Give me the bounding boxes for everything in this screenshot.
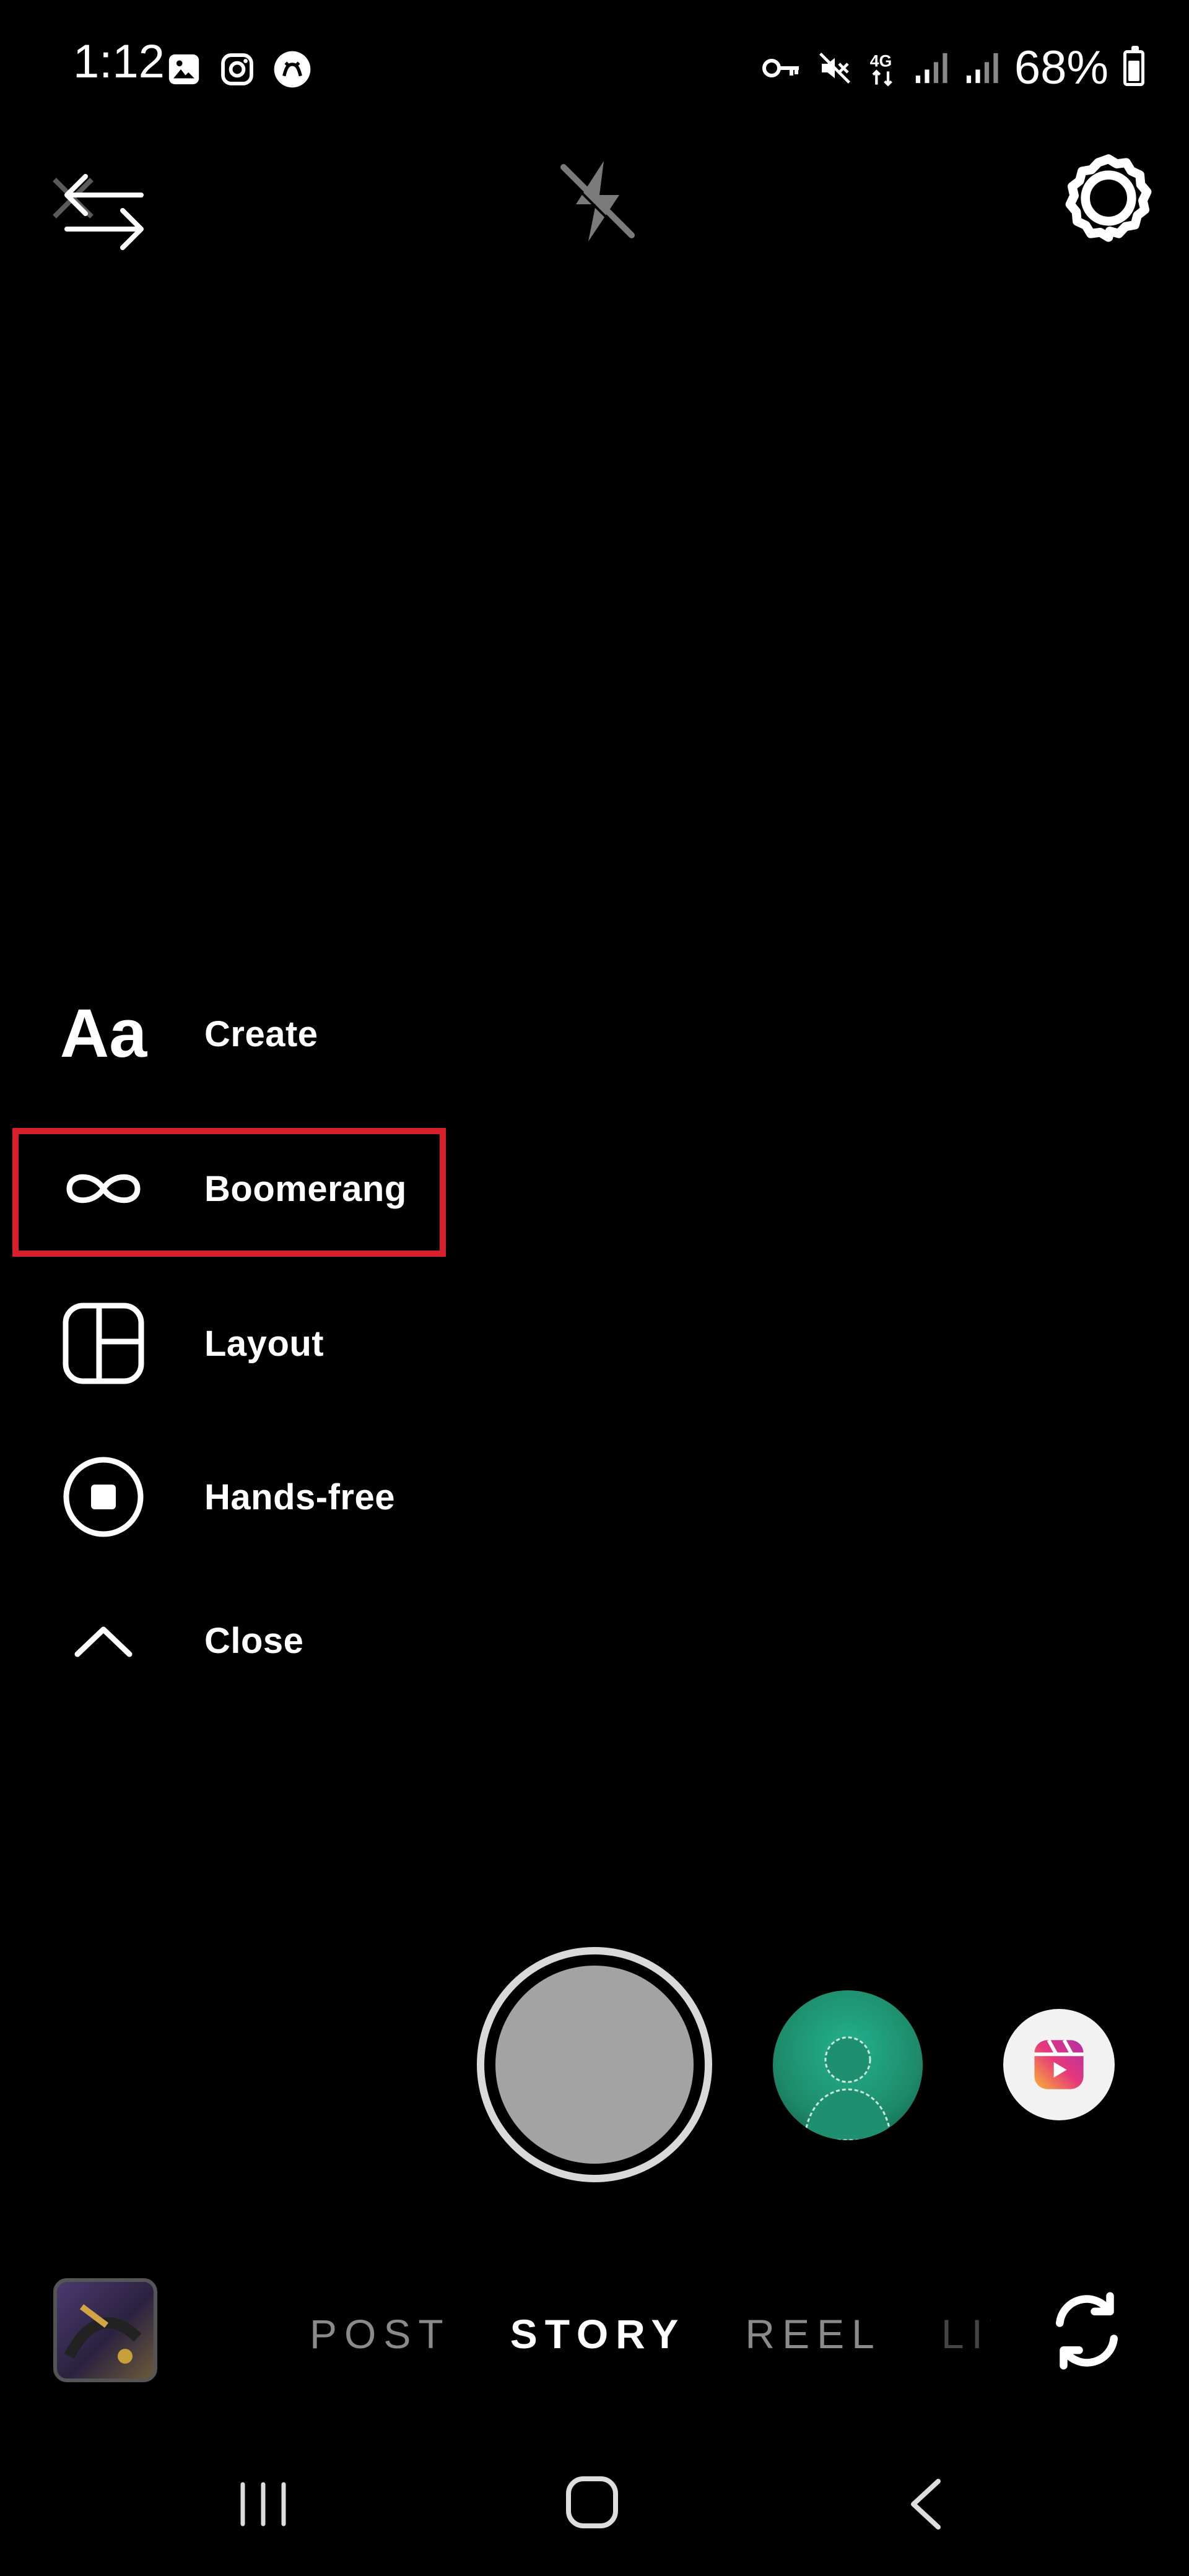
menu-label-hands-free: Hands-free bbox=[204, 1477, 395, 1517]
reels-button[interactable] bbox=[1003, 2009, 1115, 2120]
tab-story[interactable]: STORY bbox=[510, 2310, 686, 2357]
text-aa-glyph: Aa bbox=[59, 995, 147, 1072]
network-4g-icon: 4G bbox=[870, 51, 892, 87]
back-icon[interactable] bbox=[904, 2476, 947, 2532]
status-icons-right: 4G 68% bbox=[762, 45, 1144, 92]
flash-off-icon[interactable] bbox=[551, 155, 644, 248]
menu-label-boomerang: Boomerang bbox=[204, 1168, 407, 1209]
menu-item-layout[interactable]: Layout bbox=[0, 1294, 471, 1393]
menu-item-close[interactable]: Close bbox=[0, 1591, 471, 1690]
shutter-inner bbox=[495, 1966, 694, 2164]
menu-item-hands-free[interactable]: Hands-free bbox=[0, 1447, 471, 1546]
gallery-thumbnail[interactable] bbox=[53, 2278, 157, 2382]
svg-text:4G: 4G bbox=[870, 51, 892, 70]
mute-icon bbox=[819, 53, 850, 84]
signal-icon bbox=[966, 53, 998, 84]
mode-tabs: POST STORY REEL LIVE bbox=[310, 2303, 991, 2365]
tab-post[interactable]: POST bbox=[310, 2310, 451, 2357]
vpn-key-icon bbox=[762, 59, 799, 77]
menu-label-close: Close bbox=[204, 1620, 304, 1661]
person-silhouette-icon bbox=[803, 2036, 892, 2140]
menu-item-create[interactable]: Aa Create bbox=[0, 984, 471, 1083]
status-icons-left bbox=[166, 50, 312, 89]
battery-percent: 68% bbox=[1014, 41, 1108, 94]
menu-item-boomerang[interactable]: Boomerang bbox=[0, 1139, 471, 1238]
menu-label-layout: Layout bbox=[204, 1323, 324, 1364]
close-switch-icon[interactable] bbox=[48, 167, 154, 254]
gallery-icon bbox=[168, 54, 199, 85]
layout-grid-icon bbox=[57, 1297, 150, 1390]
chevron-up-icon bbox=[57, 1594, 150, 1687]
recents-icon[interactable] bbox=[235, 2479, 291, 2529]
text-aa-icon: Aa bbox=[57, 987, 150, 1080]
app-icon bbox=[274, 51, 311, 88]
status-time: 1:12 bbox=[73, 35, 165, 88]
reels-icon bbox=[1034, 2039, 1084, 2089]
signal-icon bbox=[915, 53, 947, 84]
home-icon[interactable] bbox=[564, 2474, 621, 2531]
tab-reel[interactable]: REEL bbox=[745, 2310, 881, 2357]
menu-label-create: Create bbox=[204, 1013, 318, 1054]
profile-avatar[interactable] bbox=[773, 1990, 923, 2140]
hands-free-icon bbox=[57, 1451, 150, 1543]
flip-camera-icon[interactable] bbox=[1040, 2284, 1133, 2377]
settings-gear-icon[interactable] bbox=[1059, 149, 1158, 248]
shutter-button[interactable] bbox=[477, 1947, 712, 2182]
gallery-preview-image bbox=[64, 2304, 142, 2364]
battery-icon bbox=[1123, 46, 1144, 86]
instagram-icon bbox=[221, 53, 253, 85]
tab-live[interactable]: LIVE bbox=[941, 2310, 991, 2357]
infinity-icon bbox=[57, 1142, 150, 1235]
